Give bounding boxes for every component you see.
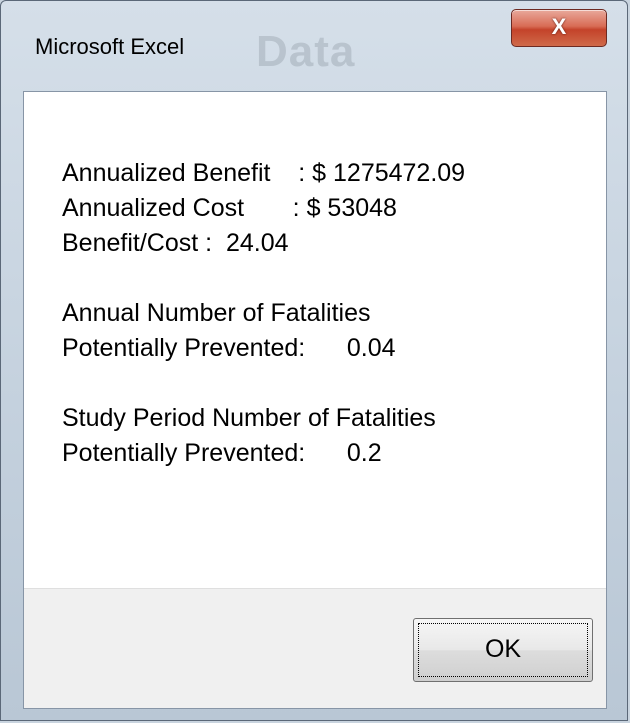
annualized-cost-line: Annualized Cost : $ 53048 (62, 194, 397, 222)
close-button[interactable]: X (511, 9, 607, 47)
study-period-fatalities-heading: Study Period Number of Fatalities (62, 404, 436, 432)
benefit-cost-ratio-line: Benefit/Cost : 24.04 (62, 229, 289, 257)
ok-button[interactable]: OK (413, 618, 593, 682)
annual-fatalities-value: Potentially Prevented: 0.04 (62, 334, 396, 362)
title-bar[interactable]: Data Microsoft Excel X (1, 1, 627, 93)
close-icon: X (551, 14, 567, 39)
annual-fatalities-heading: Annual Number of Fatalities (62, 299, 371, 327)
dialog-body: Annualized Benefit : $ 1275472.09 Annual… (23, 91, 607, 709)
background-text: Data (256, 27, 356, 76)
window-title: Microsoft Excel (35, 34, 185, 59)
annualized-benefit-line: Annualized Benefit : $ 1275472.09 (62, 159, 466, 187)
message-box-window: Data Microsoft Excel X Annualized Benefi… (0, 0, 628, 721)
message-text: Annualized Benefit : $ 1275472.09 Annual… (62, 156, 465, 471)
button-bar: OK (24, 588, 606, 708)
ok-button-label: OK (484, 635, 522, 663)
study-period-fatalities-value: Potentially Prevented: 0.2 (62, 439, 382, 467)
